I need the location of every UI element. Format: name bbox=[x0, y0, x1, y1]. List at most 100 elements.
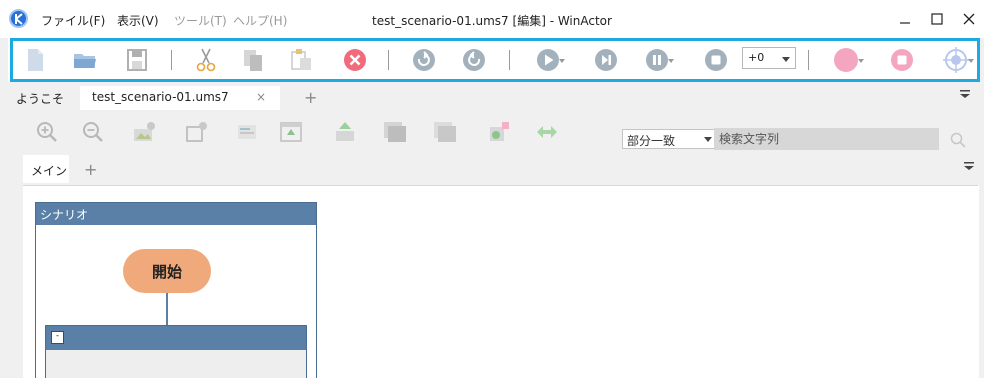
list-icon bbox=[238, 125, 256, 139]
pause-button[interactable] bbox=[640, 48, 674, 72]
menu-tools[interactable]: ツール(T) bbox=[174, 12, 227, 29]
editor-toolbar: 部分一致 bbox=[8, 112, 978, 154]
window-alt-button[interactable] bbox=[432, 119, 458, 145]
menu-view[interactable]: 表示(V) bbox=[117, 12, 159, 29]
redo-icon bbox=[463, 49, 485, 71]
stop-button[interactable] bbox=[703, 48, 729, 72]
redo-button[interactable] bbox=[461, 48, 487, 72]
add-node-icon bbox=[490, 122, 509, 141]
copy-button[interactable] bbox=[241, 48, 265, 72]
document-tabs: ようこそ test_scenario-01.ums7 × + bbox=[8, 86, 978, 112]
new-file-button[interactable] bbox=[23, 48, 47, 72]
scenario-panel[interactable]: シナリオ 開始 - bbox=[35, 202, 317, 378]
swap-icon bbox=[537, 126, 557, 138]
save-icon bbox=[127, 49, 147, 71]
play-dropdown-arrow[interactable] bbox=[559, 59, 565, 63]
group-node-header: - bbox=[46, 326, 306, 350]
flow-connector bbox=[166, 293, 168, 325]
target-button[interactable] bbox=[938, 47, 974, 73]
tab-main[interactable]: メイン bbox=[23, 155, 69, 183]
group-add-icon bbox=[186, 122, 207, 142]
toolbar-separator bbox=[509, 50, 510, 70]
panel-left-margin bbox=[8, 155, 23, 378]
copy-icon bbox=[244, 50, 262, 71]
image-icon bbox=[134, 122, 155, 141]
swap-button[interactable] bbox=[534, 119, 560, 145]
chevron-down-icon bbox=[782, 57, 790, 62]
search-button[interactable] bbox=[948, 130, 968, 150]
target-dropdown-arrow[interactable] bbox=[968, 59, 974, 63]
minimize-button[interactable] bbox=[890, 7, 920, 31]
add-subtab-button[interactable]: + bbox=[84, 160, 97, 179]
add-node-button[interactable] bbox=[486, 119, 512, 145]
overflow-chevron-icon bbox=[964, 162, 974, 170]
title-bar: ファイル(F) 表示(V) ツール(T) ヘルプ(H) test_scenari… bbox=[0, 0, 984, 38]
window-left-margin bbox=[0, 0, 8, 378]
delete-icon bbox=[344, 49, 366, 71]
pause-dropdown-arrow[interactable] bbox=[668, 59, 674, 63]
record-button[interactable] bbox=[828, 48, 864, 72]
window-icon bbox=[384, 122, 406, 142]
zoom-in-icon bbox=[37, 122, 57, 142]
record-stop-icon bbox=[891, 49, 913, 71]
open-folder-icon bbox=[74, 54, 96, 68]
undo-icon bbox=[413, 49, 435, 71]
zoom-in-button[interactable] bbox=[34, 119, 60, 145]
list-button[interactable] bbox=[234, 119, 260, 145]
export-icon bbox=[280, 122, 302, 142]
window-right-margin bbox=[979, 38, 984, 378]
start-node[interactable]: 開始 bbox=[123, 249, 211, 293]
scenario-tabs: メイン + bbox=[23, 155, 978, 185]
subtabs-overflow-menu[interactable] bbox=[964, 160, 974, 174]
toolbar-separator bbox=[808, 50, 809, 70]
window-button[interactable] bbox=[382, 119, 408, 145]
paste-icon bbox=[291, 49, 311, 70]
speed-value: +0 bbox=[748, 51, 765, 64]
record-dropdown-arrow[interactable] bbox=[858, 59, 864, 63]
collapse-toggle[interactable]: - bbox=[51, 331, 64, 344]
match-mode-select[interactable]: 部分一致 bbox=[622, 129, 718, 149]
import-button[interactable] bbox=[332, 119, 358, 145]
step-button[interactable] bbox=[593, 48, 619, 72]
save-button[interactable] bbox=[125, 48, 149, 72]
speed-select[interactable]: +0 bbox=[742, 47, 796, 69]
cut-icon bbox=[196, 48, 216, 72]
import-icon bbox=[336, 122, 354, 141]
close-window-button[interactable] bbox=[954, 7, 984, 31]
pause-icon bbox=[646, 49, 668, 71]
winactor-logo-icon[interactable] bbox=[9, 9, 28, 28]
toolbar-separator bbox=[171, 50, 172, 70]
open-folder-button[interactable] bbox=[72, 48, 98, 72]
overflow-chevron-icon bbox=[960, 90, 970, 98]
add-tab-button[interactable]: + bbox=[304, 88, 317, 107]
search-icon bbox=[950, 132, 966, 148]
record-icon bbox=[834, 48, 858, 72]
tabs-overflow-menu[interactable] bbox=[960, 88, 970, 102]
search-input[interactable] bbox=[714, 128, 939, 150]
tab-close-icon[interactable]: × bbox=[256, 90, 266, 104]
image-button[interactable] bbox=[132, 119, 158, 145]
match-mode-value: 部分一致 bbox=[627, 134, 676, 148]
zoom-out-icon bbox=[83, 122, 103, 142]
tab-scenario[interactable]: test_scenario-01.ums7 × bbox=[80, 86, 280, 110]
cut-button[interactable] bbox=[194, 48, 218, 72]
export-button[interactable] bbox=[278, 119, 304, 145]
menu-file[interactable]: ファイル(F) bbox=[41, 12, 105, 29]
tab-welcome[interactable]: ようこそ bbox=[8, 86, 80, 110]
new-file-icon bbox=[28, 49, 43, 71]
record-stop-button[interactable] bbox=[889, 48, 915, 72]
maximize-button[interactable] bbox=[922, 7, 952, 31]
undo-button[interactable] bbox=[411, 48, 437, 72]
toolbar-separator bbox=[388, 50, 389, 70]
group-add-button[interactable] bbox=[184, 119, 210, 145]
scenario-canvas[interactable]: シナリオ 開始 - bbox=[23, 185, 978, 378]
minimize-icon bbox=[900, 22, 910, 24]
group-node[interactable]: - bbox=[45, 325, 307, 378]
play-button[interactable] bbox=[531, 48, 565, 72]
zoom-out-button[interactable] bbox=[80, 119, 106, 145]
paste-button[interactable] bbox=[289, 48, 315, 72]
menu-help[interactable]: ヘルプ(H) bbox=[233, 12, 287, 29]
main-toolbar: +0 bbox=[10, 38, 980, 82]
delete-button[interactable] bbox=[342, 48, 368, 72]
step-icon bbox=[595, 49, 617, 71]
